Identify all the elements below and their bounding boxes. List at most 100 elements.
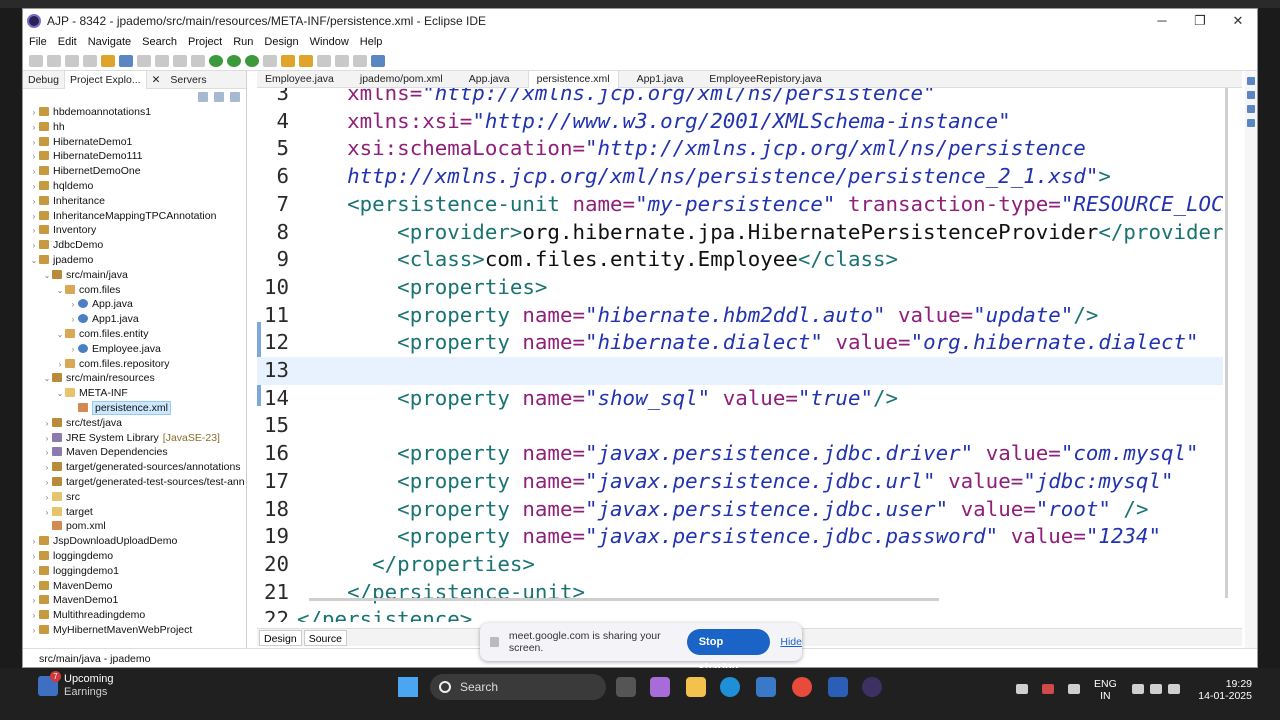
- tree-item[interactable]: › Employee.java: [23, 342, 245, 357]
- chevron-right-icon[interactable]: ›: [42, 446, 52, 461]
- tree-item[interactable]: › HibernateDemo111: [23, 149, 245, 164]
- chevron-down-icon[interactable]: ⌄: [29, 254, 39, 269]
- chevron-right-icon[interactable]: ›: [29, 535, 39, 550]
- tray-overflow-icon[interactable]: [1016, 684, 1028, 694]
- step-return-icon[interactable]: [191, 54, 205, 67]
- chevron-down-icon[interactable]: ⌄: [42, 269, 52, 284]
- editor-tab[interactable]: Employee.java: [257, 71, 342, 88]
- wifi-icon[interactable]: [1132, 684, 1144, 694]
- open-type-icon[interactable]: [281, 54, 295, 67]
- chevron-right-icon[interactable]: ›: [29, 550, 39, 565]
- tree-item[interactable]: › src: [23, 490, 245, 505]
- code-editor[interactable]: 3 xmlns="http://xmlns.jcp.org/xml/ns/per…: [257, 88, 1223, 622]
- hide-link[interactable]: Hide: [780, 636, 802, 648]
- chevron-right-icon[interactable]: ›: [68, 298, 78, 313]
- save-all-icon[interactable]: [65, 54, 79, 67]
- chevron-right-icon[interactable]: ›: [29, 624, 39, 639]
- tree-item[interactable]: ⌄ jpademo: [23, 253, 245, 268]
- taskbar-search[interactable]: Search: [430, 674, 606, 700]
- tree-item[interactable]: › App1.java: [23, 312, 245, 327]
- collapse-all-icon[interactable]: [198, 92, 208, 102]
- word-icon[interactable]: [828, 677, 848, 697]
- chevron-right-icon[interactable]: ›: [68, 313, 78, 328]
- forward-icon[interactable]: [353, 54, 367, 67]
- editor-tab[interactable]: App1.java: [629, 71, 692, 88]
- store-icon[interactable]: [756, 677, 776, 697]
- open-task-icon[interactable]: [299, 54, 313, 67]
- new-icon[interactable]: [29, 54, 43, 67]
- link-editor-icon[interactable]: [214, 92, 224, 102]
- tab-close-icon[interactable]: ✕: [147, 71, 166, 89]
- tree-item[interactable]: › JdbcDemo: [23, 238, 245, 253]
- tab-servers[interactable]: Servers: [165, 71, 211, 89]
- chevron-right-icon[interactable]: ›: [29, 580, 39, 595]
- tree-item[interactable]: › JRE System Library [JavaSE-23]: [23, 431, 245, 446]
- weather-widget[interactable]: 7 Upcoming Earnings: [38, 671, 114, 699]
- editor-tab[interactable]: EmployeeRepistory.java: [701, 71, 829, 88]
- meet-tray-icon[interactable]: [1042, 684, 1054, 694]
- menu-project[interactable]: Project: [188, 36, 222, 48]
- chevron-down-icon[interactable]: ⌄: [55, 284, 65, 299]
- menu-edit[interactable]: Edit: [58, 36, 77, 48]
- chevron-right-icon[interactable]: ›: [42, 432, 52, 447]
- close-button[interactable]: ✕: [1219, 9, 1257, 33]
- tree-item[interactable]: › src/test/java: [23, 416, 245, 431]
- menu-file[interactable]: File: [29, 36, 47, 48]
- pin-editor-icon[interactable]: [371, 54, 385, 67]
- run-external-icon[interactable]: [245, 54, 259, 67]
- minimize-button[interactable]: ─: [1143, 9, 1181, 33]
- menu-run[interactable]: Run: [233, 36, 253, 48]
- debug-icon[interactable]: [209, 54, 223, 67]
- step-icon[interactable]: [155, 54, 169, 67]
- editor-tab[interactable]: persistence.xml: [527, 70, 619, 88]
- edge-icon[interactable]: [720, 677, 740, 697]
- back-icon[interactable]: [335, 54, 349, 67]
- chevron-right-icon[interactable]: ›: [42, 506, 52, 521]
- run-icon[interactable]: [227, 54, 241, 67]
- chevron-right-icon[interactable]: ›: [42, 476, 52, 491]
- tree-item[interactable]: › loggingdemo: [23, 549, 245, 564]
- tree-item[interactable]: › loggingdemo1: [23, 564, 245, 579]
- vertical-scrollbar[interactable]: [1225, 88, 1228, 598]
- tree-item[interactable]: ⌄ src/main/resources: [23, 371, 245, 386]
- chevron-right-icon[interactable]: ›: [29, 150, 39, 165]
- save-icon[interactable]: [47, 54, 61, 67]
- chevron-right-icon[interactable]: ›: [29, 224, 39, 239]
- chevron-right-icon[interactable]: ›: [29, 609, 39, 624]
- language-indicator[interactable]: ENG IN: [1094, 678, 1117, 702]
- chevron-right-icon[interactable]: ›: [42, 417, 52, 432]
- tab-design[interactable]: Design: [259, 629, 302, 646]
- problems-icon[interactable]: [1247, 119, 1255, 127]
- tab-project-explorer[interactable]: Project Explo...: [63, 70, 147, 89]
- file-explorer-icon[interactable]: [686, 677, 706, 697]
- chevron-right-icon[interactable]: ›: [29, 195, 39, 210]
- tree-item[interactable]: › Inheritance: [23, 194, 245, 209]
- copilot-icon[interactable]: [650, 677, 670, 697]
- mic-icon[interactable]: [1068, 684, 1080, 694]
- tab-source[interactable]: Source: [303, 629, 347, 646]
- menu-window[interactable]: Window: [310, 36, 349, 48]
- chrome-icon[interactable]: [792, 677, 812, 697]
- chevron-right-icon[interactable]: ›: [29, 106, 39, 121]
- view-menu-icon[interactable]: [230, 92, 240, 102]
- tree-item[interactable]: › HibernateDemo1: [23, 135, 245, 150]
- console-icon[interactable]: [1247, 105, 1255, 113]
- tree-item[interactable]: › target/generated-sources/annotations: [23, 460, 245, 475]
- chevron-right-icon[interactable]: ›: [42, 491, 52, 506]
- terminal-icon[interactable]: [119, 54, 133, 67]
- tree-item[interactable]: ⌄ src/main/java: [23, 268, 245, 283]
- tree-item[interactable]: ⌄ com.files.entity: [23, 327, 245, 342]
- stop-sharing-button[interactable]: Stop sharing: [686, 629, 771, 674]
- chevron-right-icon[interactable]: ›: [29, 239, 39, 254]
- tree-item[interactable]: pom.xml: [23, 519, 245, 534]
- chevron-right-icon[interactable]: ›: [29, 210, 39, 225]
- tree-item[interactable]: › MyHibernetMavenWebProject: [23, 623, 245, 638]
- tree-item[interactable]: › MavenDemo1: [23, 593, 245, 608]
- tree-item[interactable]: › InheritanceMappingTPCAnnotation: [23, 209, 245, 224]
- chevron-right-icon[interactable]: ›: [29, 121, 39, 136]
- eclipse-taskbar-icon[interactable]: [862, 677, 882, 697]
- tree-item[interactable]: › Maven Dependencies: [23, 445, 245, 460]
- chevron-right-icon[interactable]: ›: [29, 136, 39, 151]
- chevron-down-icon[interactable]: ⌄: [55, 387, 65, 402]
- tree-item[interactable]: › Inventory: [23, 223, 245, 238]
